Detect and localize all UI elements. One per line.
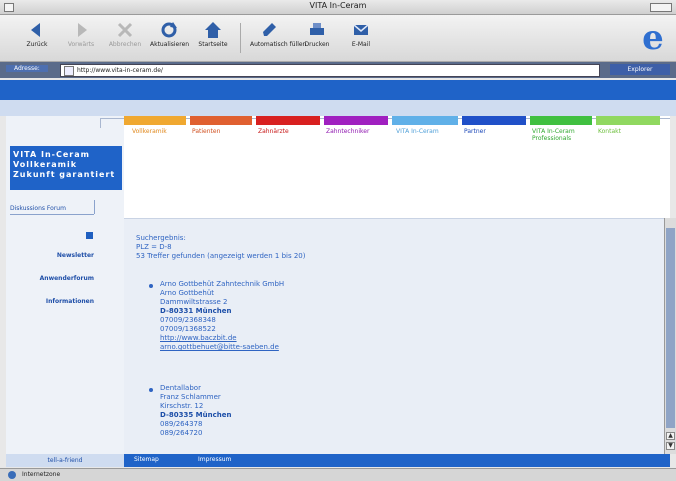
url-text: http://www.vita-in-ceram.de/ (77, 67, 163, 74)
result-phone: 07009/2368348 (160, 316, 216, 324)
logo-line: VITA In-Ceram (13, 150, 90, 159)
internet-explorer-logo-icon: e (642, 20, 664, 54)
list-bullet-icon (149, 284, 153, 288)
forum-rule-hook (94, 200, 95, 214)
email-button[interactable]: E-Mail (342, 19, 380, 48)
nav-tab-patienten-bar[interactable] (190, 116, 252, 125)
logo-line: Vollkeramik (13, 160, 78, 169)
status-bar: Internetzone (0, 468, 676, 481)
nav-tab-partner-bar[interactable] (462, 116, 526, 125)
page-icon (64, 66, 74, 76)
footer-link-sitemap[interactable]: Sitemap (134, 456, 159, 463)
result-contact: Arno Gottbehüt (160, 289, 215, 297)
home-button[interactable]: Startseite (194, 19, 232, 48)
vertical-scrollbar[interactable]: ▲ ▼ (664, 218, 676, 454)
result-contact: Franz Schlammer (160, 393, 221, 401)
stop-button[interactable]: Abbrechen (106, 19, 144, 48)
sidebar-link-informationen[interactable]: Informationen (10, 298, 94, 305)
explorer-button[interactable]: Explorer (610, 64, 670, 75)
result-fax: 07009/1368522 (160, 325, 216, 333)
forum-rule (10, 214, 94, 215)
nav-tab-zahntechniker-bar[interactable] (324, 116, 388, 125)
nav-tab-zahnaerzte-bar[interactable] (256, 116, 320, 125)
result-email-link[interactable]: arno.gottbehuet@bitte-saeben.de (160, 343, 279, 352)
footer-link-impressum[interactable]: Impressum (198, 456, 231, 463)
nav-tab-zahnaerzte[interactable]: Zahnärzte (258, 128, 289, 135)
back-button[interactable]: Zurück (18, 19, 56, 48)
vita-in-ceram-logo[interactable]: VITA In-Ceram Vollkeramik Zukunft garant… (10, 146, 122, 190)
nav-tab-zahntechniker[interactable]: Zahntechniker (326, 128, 369, 135)
results-count: 53 Treffer gefunden (angezeigt werden 1 … (136, 252, 306, 260)
refresh-button[interactable]: Aktualisieren (150, 19, 189, 48)
autofill-button[interactable]: Automatisch füllen (250, 19, 306, 48)
stop-x-icon (117, 22, 133, 38)
mail-icon (353, 24, 369, 35)
sidebar-link-newsletter[interactable]: Newsletter (10, 252, 94, 259)
nav-tab-patienten[interactable]: Patienten (192, 128, 220, 135)
result-city: D-80335 München (160, 411, 232, 419)
svg-text:e: e (642, 20, 664, 54)
nav-tab-partner[interactable]: Partner (464, 128, 486, 135)
toolbar-divider (240, 23, 241, 53)
result-street: Kirschstr. 12 (160, 402, 204, 410)
site-footer: tell-a-friend Sitemap Impressum (6, 454, 670, 467)
nav-tab-kontakt[interactable]: Kontakt (598, 128, 621, 135)
nav-tab-vita-in-ceram[interactable]: VITA In-Ceram (396, 128, 439, 135)
scroll-down-arrow-icon[interactable]: ▼ (666, 442, 675, 450)
list-bullet-icon (149, 388, 153, 392)
sidebar-link-anwenderforum[interactable]: Anwenderforum (10, 275, 94, 282)
tell-a-friend-link[interactable]: tell-a-friend (6, 454, 124, 467)
nav-tab-professionals[interactable]: VITA In-Ceram Professionals (532, 128, 588, 142)
forward-button[interactable]: Vorwärts (62, 19, 100, 48)
zoom-box-icon[interactable] (650, 3, 672, 12)
status-text: Internetzone (22, 471, 61, 478)
scrollbar-thumb[interactable] (666, 228, 675, 428)
url-input[interactable]: http://www.vita-in-ceram.de/ (60, 64, 600, 77)
browser-toolbar: Zurück Vorwärts Abbrechen Aktualisieren … (0, 15, 676, 62)
square-bullet-icon (86, 232, 93, 239)
site-header-bar (0, 80, 676, 100)
scroll-up-arrow-icon[interactable]: ▲ (666, 432, 675, 440)
site-header-band (0, 100, 676, 116)
result-street: Dammwiltstrasse 2 (160, 298, 228, 306)
refresh-icon (161, 22, 177, 38)
result-name: Arno Gottbehüt Zahntechnik GmbH (160, 280, 285, 288)
result-city: D-80331 München (160, 307, 232, 315)
forum-link[interactable]: Diskussions Forum (10, 205, 66, 212)
pen-icon (263, 23, 276, 36)
forward-arrow-icon (78, 23, 87, 37)
result-fax: 089/264720 (160, 429, 203, 437)
print-button[interactable]: Drucken (298, 19, 336, 48)
nav-tab-kontakt-bar[interactable] (596, 116, 660, 125)
nav-tab-vita-in-ceram-bar[interactable] (392, 116, 458, 125)
results-heading: Suchergebnis: (136, 234, 186, 242)
nav-tab-professionals-bar[interactable] (530, 116, 592, 125)
nav-tab-vollkeramik-bar[interactable] (124, 116, 186, 125)
window-title: VITA In-Ceram (309, 1, 367, 10)
home-icon (205, 22, 221, 38)
result-website-link[interactable]: http://www.baczbit.de (160, 334, 237, 343)
internet-zone-globe-icon (8, 471, 16, 479)
back-arrow-icon (31, 23, 40, 37)
result-phone: 089/264378 (160, 420, 203, 428)
logo-line: Zukunft garantiert (13, 170, 116, 179)
results-query: PLZ = D-8 (136, 243, 172, 251)
address-label: Adresse: (6, 65, 48, 72)
nav-tab-vollkeramik[interactable]: Vollkeramik (132, 128, 167, 135)
header-rule-hook (100, 118, 101, 128)
printer-icon (310, 23, 324, 35)
result-name: Dentallabor (160, 384, 201, 392)
address-bar: Adresse: http://www.vita-in-ceram.de/ Ex… (0, 62, 676, 78)
window-title-bar: VITA In-Ceram (0, 0, 676, 15)
